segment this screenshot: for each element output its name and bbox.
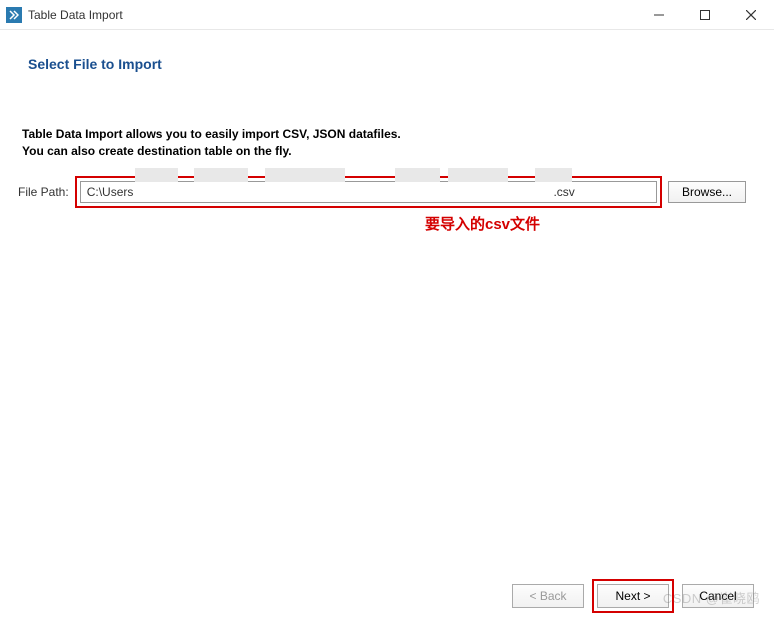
next-button[interactable]: Next > bbox=[597, 584, 669, 608]
file-path-label: File Path: bbox=[18, 185, 69, 199]
content-area: Select File to Import Table Data Import … bbox=[0, 30, 774, 208]
redacted-segment bbox=[265, 168, 345, 182]
maximize-button[interactable] bbox=[682, 0, 728, 29]
redacted-segment bbox=[448, 168, 508, 182]
next-button-highlight: Next > bbox=[592, 579, 674, 613]
description-line: You can also create destination table on… bbox=[22, 143, 746, 160]
minimize-button[interactable] bbox=[636, 0, 682, 29]
redacted-segment bbox=[535, 168, 572, 182]
page-heading: Select File to Import bbox=[28, 56, 746, 72]
redacted-segment bbox=[194, 168, 248, 182]
browse-button[interactable]: Browse... bbox=[668, 181, 746, 203]
description-line: Table Data Import allows you to easily i… bbox=[22, 126, 746, 143]
file-path-row: File Path: Browse... bbox=[18, 176, 746, 208]
redacted-segment bbox=[395, 168, 440, 182]
file-path-input[interactable] bbox=[80, 181, 657, 203]
back-button: < Back bbox=[512, 584, 584, 608]
titlebar: Table Data Import bbox=[0, 0, 774, 30]
description-text: Table Data Import allows you to easily i… bbox=[22, 126, 746, 160]
window-title: Table Data Import bbox=[28, 8, 636, 22]
close-button[interactable] bbox=[728, 0, 774, 29]
redacted-segment bbox=[135, 168, 178, 182]
app-icon bbox=[6, 7, 22, 23]
annotation-text: 要导入的csv文件 bbox=[425, 213, 540, 234]
wizard-button-bar: < Back Next > Cancel bbox=[512, 579, 754, 613]
cancel-button[interactable]: Cancel bbox=[682, 584, 754, 608]
window-controls bbox=[636, 0, 774, 29]
